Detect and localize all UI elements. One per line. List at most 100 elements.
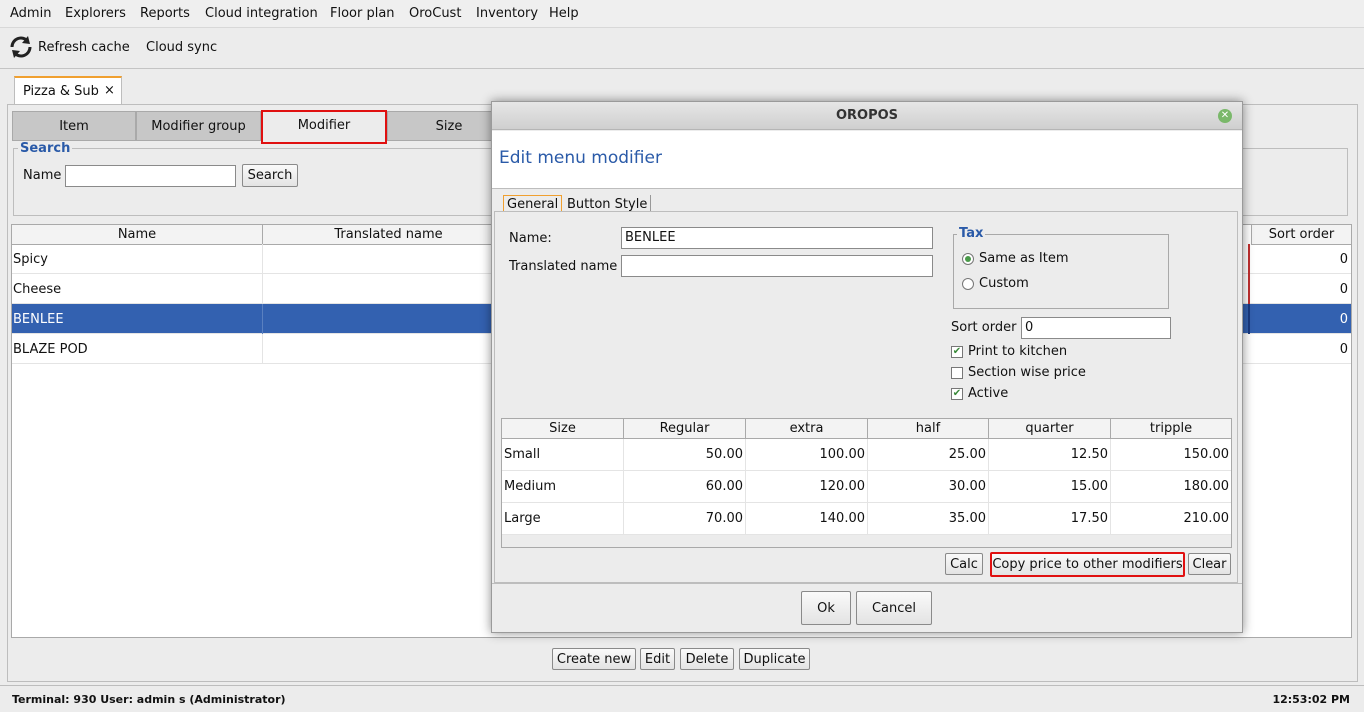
doc-tab-pizza-sub[interactable]: Pizza & Sub × (14, 76, 122, 104)
toolbar: Refresh cache Cloud sync (0, 27, 1364, 69)
dialog-header: Edit menu modifier (492, 131, 1242, 189)
cell-sort: 0 (1248, 274, 1348, 304)
tax-same-as-item-radio[interactable] (962, 253, 974, 265)
section-wise-price-checkbox[interactable] (951, 367, 963, 379)
delete-button[interactable]: Delete (680, 648, 734, 670)
cell-name: Cheese (13, 274, 263, 304)
cloud-sync-button[interactable]: Cloud sync (146, 31, 217, 63)
cell-translated (263, 304, 513, 334)
tab-modifier[interactable]: Modifier (261, 110, 387, 144)
cell-translated (263, 274, 513, 304)
column-header-name[interactable]: Name (12, 225, 263, 245)
cell-sort: 0 (1248, 304, 1348, 334)
menu-floor-plan[interactable]: Floor plan (330, 6, 395, 21)
search-input[interactable] (65, 165, 236, 187)
price-col-tripple[interactable]: tripple (1111, 419, 1231, 439)
price-cell[interactable]: 100.00 (746, 439, 868, 471)
search-button[interactable]: Search (242, 164, 298, 187)
cell-translated (263, 334, 513, 364)
close-icon[interactable]: × (104, 83, 115, 98)
price-cell[interactable]: 70.00 (624, 503, 746, 535)
cell-translated (263, 244, 513, 274)
refresh-cache-label: Refresh cache (38, 39, 130, 55)
price-cell[interactable]: 180.00 (1111, 471, 1231, 503)
price-cell[interactable]: Large (502, 503, 624, 535)
status-bar: Terminal: 930 User: admin s (Administrat… (0, 685, 1364, 712)
print-kitchen-checkbox[interactable]: ✔ (951, 346, 963, 358)
duplicate-button[interactable]: Duplicate (739, 648, 810, 670)
tax-custom-radio[interactable] (962, 278, 974, 290)
status-terminal-user: Terminal: 930 User: admin s (Administrat… (12, 693, 286, 706)
price-cell[interactable]: 30.00 (868, 471, 989, 503)
cell-name: Spicy (13, 244, 263, 274)
price-cell[interactable]: 35.00 (868, 503, 989, 535)
price-cell[interactable]: Small (502, 439, 624, 471)
price-col-quarter[interactable]: quarter (989, 419, 1111, 439)
menu-orocust[interactable]: OroCust (409, 6, 461, 21)
price-col-extra[interactable]: extra (746, 419, 868, 439)
price-col-half[interactable]: half (868, 419, 989, 439)
price-cell[interactable]: 50.00 (624, 439, 746, 471)
tax-custom-label: Custom (979, 276, 1029, 291)
menu-cloud-integration[interactable]: Cloud integration (205, 6, 318, 21)
search-legend: Search (18, 141, 73, 156)
price-cell[interactable]: 120.00 (746, 471, 868, 503)
edit-modifier-dialog: OROPOS ✕ Edit menu modifier General Butt… (491, 101, 1243, 633)
dialog-heading: Edit menu modifier (499, 148, 662, 168)
refresh-icon (8, 34, 34, 60)
tab-modifier-group[interactable]: Modifier group (136, 111, 261, 141)
section-wise-price-label: Section wise price (968, 365, 1086, 380)
price-col-regular[interactable]: Regular (624, 419, 746, 439)
menu-reports[interactable]: Reports (140, 6, 190, 21)
menu-explorers[interactable]: Explorers (65, 6, 126, 21)
price-cell[interactable]: 210.00 (1111, 503, 1231, 535)
cell-name: BLAZE POD (13, 334, 263, 364)
menu-help[interactable]: Help (549, 6, 579, 21)
price-cell[interactable]: 150.00 (1111, 439, 1231, 471)
sort-order-field[interactable]: 0 (1021, 317, 1171, 339)
ok-button[interactable]: Ok (801, 591, 851, 625)
dialog-title-bar: OROPOS ✕ (492, 102, 1242, 130)
doc-tab-label: Pizza & Sub (23, 84, 99, 99)
cancel-button[interactable]: Cancel (856, 591, 932, 625)
sort-order-label: Sort order (951, 320, 1017, 335)
price-table: Size Regular extra half quarter tripple … (501, 418, 1232, 548)
price-cell[interactable]: 140.00 (746, 503, 868, 535)
price-col-size[interactable]: Size (502, 419, 624, 439)
active-label: Active (968, 386, 1009, 401)
status-clock: 12:53:02 PM (1272, 693, 1350, 706)
menu-inventory[interactable]: Inventory (476, 6, 538, 21)
print-kitchen-label: Print to kitchen (968, 344, 1068, 359)
tab-item[interactable]: Item (12, 111, 136, 141)
price-cell[interactable]: 60.00 (624, 471, 746, 503)
clear-button[interactable]: Clear (1188, 553, 1231, 575)
translated-name-field[interactable] (621, 255, 933, 277)
column-header-translated-name[interactable]: Translated name (263, 225, 515, 245)
price-cell[interactable]: 15.00 (989, 471, 1111, 503)
search-name-label: Name (23, 168, 62, 183)
tax-same-as-item-label: Same as Item (979, 251, 1069, 266)
menu-bar: Admin Explorers Reports Cloud integratio… (0, 0, 1364, 27)
translated-name-label: Translated name (509, 259, 618, 274)
price-cell[interactable]: 17.50 (989, 503, 1111, 535)
dialog-title: OROPOS (835, 108, 899, 123)
copy-price-button[interactable]: Copy price to other modifiers (990, 552, 1185, 577)
name-label: Name: (509, 231, 552, 246)
create-new-button[interactable]: Create new (552, 648, 636, 670)
tax-group (953, 234, 1169, 309)
close-icon[interactable]: ✕ (1218, 109, 1232, 123)
price-cell[interactable]: 25.00 (868, 439, 989, 471)
active-checkbox[interactable]: ✔ (951, 388, 963, 400)
refresh-cache-button[interactable]: Refresh cache (8, 31, 130, 63)
name-field[interactable]: BENLEE (621, 227, 933, 249)
price-cell[interactable]: 12.50 (989, 439, 1111, 471)
calc-button[interactable]: Calc (945, 553, 983, 575)
edit-button[interactable]: Edit (640, 648, 675, 670)
menu-admin[interactable]: Admin (10, 6, 51, 21)
column-header-sort-order[interactable]: Sort order (1251, 225, 1352, 245)
divider (492, 583, 1242, 584)
price-cell[interactable]: Medium (502, 471, 624, 503)
price-table-empty-area (502, 535, 1231, 547)
tax-legend: Tax (957, 226, 986, 241)
cell-sort: 0 (1339, 341, 1348, 357)
